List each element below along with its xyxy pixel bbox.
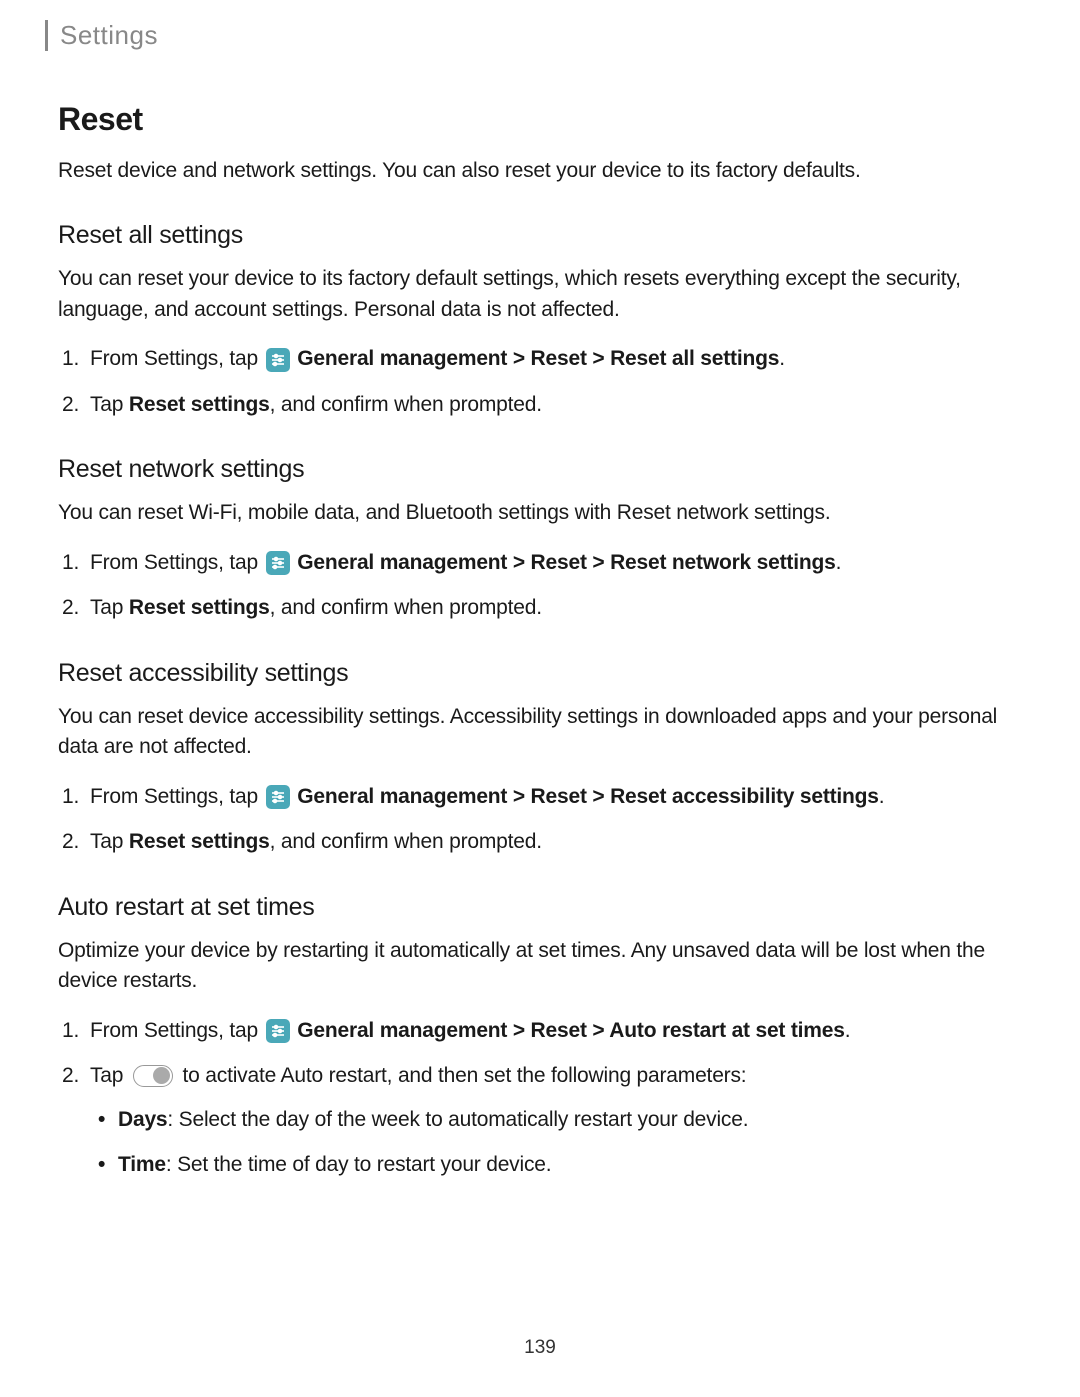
section-desc-auto-restart: Optimize your device by restarting it au… [58,936,1020,997]
step-item: Tap Reset settings, and confirm when pro… [90,592,1020,624]
step-bold: Reset settings [129,393,270,416]
bullet-label: Days [118,1108,167,1131]
step-suffix: . [845,1019,851,1042]
step-suffix: . [879,785,885,808]
page-number: 139 [0,1337,1080,1359]
step-suffix: . [779,347,785,370]
step-text: From Settings, tap [90,347,264,370]
steps-auto-restart: From Settings, tap General management > … [58,1015,1020,1181]
bullet-text: : Set the time of day to restart your de… [166,1153,552,1176]
step-path: General management > Reset > Auto restar… [297,1019,844,1042]
step-item: Tap Reset settings, and confirm when pro… [90,826,1020,858]
step-path: General management > Reset > Reset acces… [297,785,879,808]
step-path: General management > Reset > Reset netwo… [297,551,835,574]
section-desc-reset-network: You can reset Wi-Fi, mobile data, and Bl… [58,498,1020,528]
bullet-label: Time [118,1153,166,1176]
sliders-icon [266,348,290,372]
step-bold: Reset settings [129,830,270,853]
bullet-text: : Select the day of the week to automati… [167,1108,748,1131]
step-suffix: , and confirm when prompted. [270,830,542,853]
page-title: Reset [58,101,1020,138]
sliders-icon [266,551,290,575]
steps-reset-accessibility: From Settings, tap General management > … [58,781,1020,858]
section-desc-reset-all: You can reset your device to its factory… [58,264,1020,325]
step-suffix: , and confirm when prompted. [270,596,542,619]
toggle-icon [133,1065,173,1087]
step-text: Tap [90,596,129,619]
step-item: From Settings, tap General management > … [90,547,1020,579]
step-item: Tap Reset settings, and confirm when pro… [90,389,1020,421]
section-title-reset-network: Reset network settings [58,455,1020,484]
step-item: From Settings, tap General management > … [90,781,1020,813]
sliders-icon [266,1019,290,1043]
step-item: From Settings, tap General management > … [90,343,1020,375]
section-title-reset-accessibility: Reset accessibility settings [58,659,1020,688]
sliders-icon [266,785,290,809]
step-text: Tap [90,1064,129,1087]
step-text: From Settings, tap [90,785,264,808]
intro-text: Reset device and network settings. You c… [58,156,1020,186]
steps-reset-network: From Settings, tap General management > … [58,547,1020,624]
sub-bullets: Days: Select the day of the week to auto… [90,1104,1020,1181]
step-item: From Settings, tap General management > … [90,1015,1020,1047]
step-text: From Settings, tap [90,551,264,574]
step-text: Tap [90,830,129,853]
step-suffix: to activate Auto restart, and then set t… [177,1064,747,1087]
breadcrumb: Settings [45,20,1020,51]
step-bold: Reset settings [129,596,270,619]
section-title-auto-restart: Auto restart at set times [58,893,1020,922]
bullet-item: Days: Select the day of the week to auto… [118,1104,1020,1136]
section-title-reset-all: Reset all settings [58,221,1020,250]
steps-reset-all: From Settings, tap General management > … [58,343,1020,420]
step-item: Tap to activate Auto restart, and then s… [90,1060,1020,1181]
step-text: Tap [90,393,129,416]
step-text: From Settings, tap [90,1019,264,1042]
step-path: General management > Reset > Reset all s… [297,347,779,370]
step-suffix: . [836,551,842,574]
bullet-item: Time: Set the time of day to restart you… [118,1149,1020,1181]
step-suffix: , and confirm when prompted. [270,393,542,416]
section-desc-reset-accessibility: You can reset device accessibility setti… [58,702,1020,763]
